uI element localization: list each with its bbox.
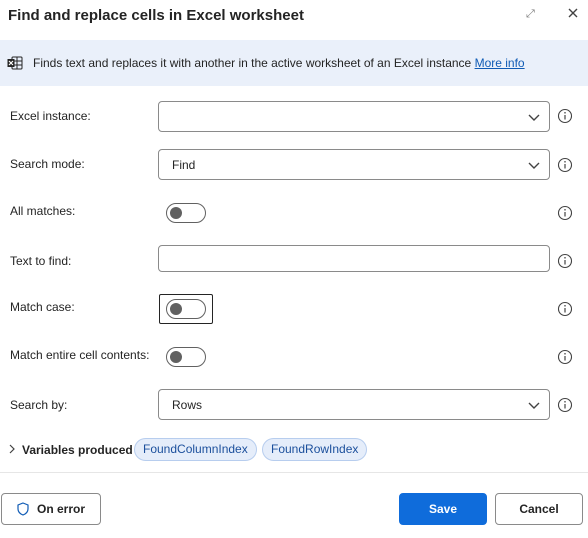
toggle-knob (170, 303, 182, 315)
info-icon[interactable] (557, 253, 573, 269)
toggle-knob (170, 207, 182, 219)
info-banner: Finds text and replaces it with another … (0, 40, 588, 86)
variables-produced-label[interactable]: Variables produced (22, 443, 133, 457)
shield-icon (17, 502, 29, 516)
text-to-find-input[interactable] (158, 245, 550, 272)
variable-chip-found-row-index[interactable]: FoundRowIndex (262, 438, 368, 461)
search-by-dropdown[interactable]: Rows (158, 389, 550, 420)
toggle-knob (170, 351, 182, 363)
cancel-button[interactable]: Cancel (495, 493, 583, 525)
excel-icon (7, 56, 23, 70)
match-case-label: Match case: (10, 300, 75, 314)
chevron-down-icon (528, 114, 540, 121)
match-entire-toggle[interactable] (166, 347, 206, 367)
info-icon[interactable] (557, 397, 573, 413)
on-error-label: On error (36, 502, 85, 516)
banner-description: Finds text and replaces it with another … (33, 56, 525, 70)
search-mode-dropdown[interactable]: Find (158, 149, 550, 180)
footer-divider (0, 472, 588, 473)
save-button[interactable]: Save (399, 493, 487, 525)
info-icon[interactable] (557, 301, 573, 317)
more-info-link[interactable]: More info (475, 56, 525, 70)
on-error-button[interactable]: On error (1, 493, 101, 525)
info-icon[interactable] (557, 157, 573, 173)
match-entire-label: Match entire cell contents: (10, 348, 150, 362)
search-mode-label: Search mode: (10, 157, 85, 171)
search-by-value: Rows (172, 398, 203, 412)
dialog-title: Find and replace cells in Excel workshee… (8, 7, 304, 24)
expand-icon[interactable]: ⤢ (526, 8, 538, 20)
chevron-right-icon[interactable] (8, 444, 16, 454)
info-icon[interactable] (557, 108, 573, 124)
all-matches-toggle[interactable] (166, 203, 206, 223)
excel-instance-label: Excel instance: (10, 109, 91, 123)
chevron-down-icon (528, 402, 540, 409)
search-mode-value: Find (172, 158, 196, 172)
all-matches-label: All matches: (10, 204, 76, 218)
variable-chip-found-column-index[interactable]: FoundColumnIndex (134, 438, 257, 461)
info-icon[interactable] (557, 205, 573, 221)
match-case-toggle[interactable] (166, 299, 206, 319)
excel-instance-dropdown[interactable] (158, 101, 550, 132)
banner-text: Finds text and replaces it with another … (33, 56, 472, 70)
search-by-label: Search by: (10, 398, 68, 412)
chevron-down-icon (528, 162, 540, 169)
text-to-find-label: Text to find: (10, 254, 72, 268)
info-icon[interactable] (557, 349, 573, 365)
close-icon[interactable] (566, 6, 580, 20)
